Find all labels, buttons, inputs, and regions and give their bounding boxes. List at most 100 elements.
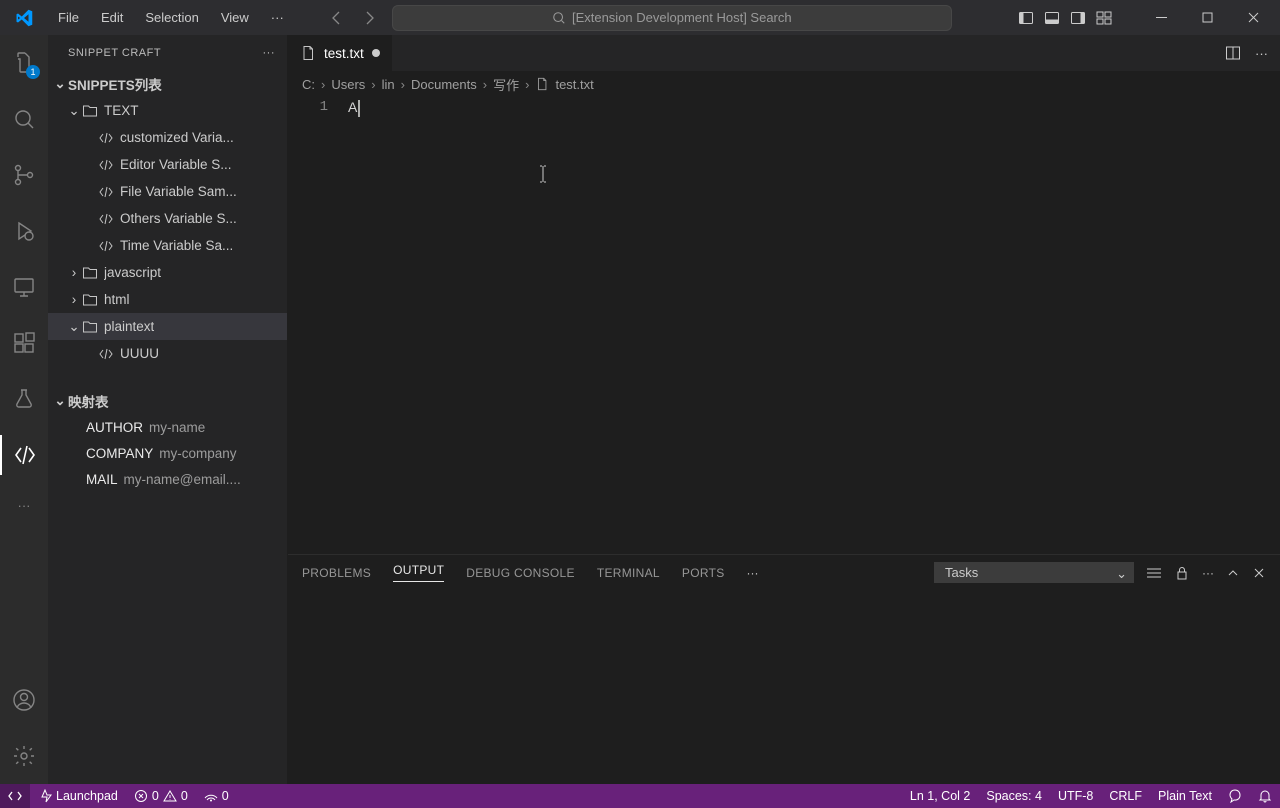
code-content[interactable]: A bbox=[348, 97, 1280, 554]
activity-bar: 1 ··· bbox=[0, 35, 48, 784]
status-language[interactable]: Plain Text bbox=[1150, 789, 1220, 803]
window-minimize-icon[interactable] bbox=[1138, 0, 1184, 35]
menu-bar: File Edit Selection View ··· bbox=[48, 4, 294, 31]
accounts-icon[interactable] bbox=[0, 680, 48, 720]
status-launchpad[interactable]: Launchpad bbox=[30, 789, 126, 803]
status-eol[interactable]: CRLF bbox=[1101, 789, 1150, 803]
editor-body[interactable]: 1 A bbox=[288, 97, 1280, 554]
chevron-down-icon: ⌄ bbox=[66, 319, 82, 335]
section-mappings[interactable]: ⌄ 映射表 bbox=[48, 387, 287, 414]
chevron-down-icon: ⌄ bbox=[66, 103, 82, 119]
status-feedback-icon[interactable] bbox=[1220, 789, 1250, 803]
menu-selection[interactable]: Selection bbox=[135, 4, 208, 31]
tree-folder-text[interactable]: ⌄ TEXT bbox=[48, 97, 287, 124]
code-icon bbox=[98, 211, 114, 227]
tree-snippet[interactable]: Time Variable Sa... bbox=[48, 232, 287, 259]
chevron-down-icon: ⌄ bbox=[1116, 566, 1127, 582]
tree-snippet[interactable]: UUUU bbox=[48, 340, 287, 367]
snippet-craft-icon[interactable] bbox=[0, 435, 48, 475]
status-cursor-position[interactable]: Ln 1, Col 2 bbox=[902, 789, 978, 803]
menu-file[interactable]: File bbox=[48, 4, 89, 31]
line-number: 1 bbox=[288, 97, 348, 554]
source-control-icon[interactable] bbox=[0, 155, 48, 195]
folder-icon bbox=[82, 319, 98, 335]
titlebar: File Edit Selection View ··· [Extension … bbox=[0, 0, 1280, 35]
sidebar-title: SNIPPET CRAFT bbox=[68, 47, 161, 59]
filter-icon[interactable] bbox=[1146, 565, 1162, 581]
layout-panel-icon[interactable] bbox=[1044, 10, 1060, 26]
tree-snippet[interactable]: Editor Variable S... bbox=[48, 151, 287, 178]
run-debug-icon[interactable] bbox=[0, 211, 48, 251]
status-bar: Launchpad 0 0 0 Ln 1, Col 2 Spaces: 4 UT… bbox=[0, 784, 1280, 808]
explorer-icon[interactable]: 1 bbox=[0, 43, 48, 83]
tree-snippet[interactable]: Others Variable S... bbox=[48, 205, 287, 232]
editor-tabs: test.txt ··· bbox=[288, 35, 1280, 71]
tree-snippet[interactable]: File Variable Sam... bbox=[48, 178, 287, 205]
tree-folder-plaintext[interactable]: ⌄ plaintext bbox=[48, 313, 287, 340]
menu-overflow-icon[interactable]: ··· bbox=[261, 4, 294, 31]
sidebar-header: SNIPPET CRAFT ··· bbox=[48, 35, 287, 70]
more-icon[interactable]: ··· bbox=[1202, 566, 1214, 580]
lock-icon[interactable] bbox=[1174, 565, 1190, 581]
settings-gear-icon[interactable] bbox=[0, 736, 48, 776]
mapping-row[interactable]: MAILmy-name@email.... bbox=[48, 466, 287, 492]
window-close-icon[interactable] bbox=[1230, 0, 1276, 35]
nav-controls bbox=[324, 5, 382, 31]
file-icon bbox=[535, 77, 549, 91]
output-channel-dropdown[interactable]: Tasks ⌄ bbox=[934, 562, 1134, 583]
tree-folder-html[interactable]: › html bbox=[48, 286, 287, 313]
status-notifications-icon[interactable] bbox=[1250, 789, 1280, 803]
panel-tab-output[interactable]: OUTPUT bbox=[393, 563, 444, 582]
layout-sidebar-right-icon[interactable] bbox=[1070, 10, 1086, 26]
mapping-row[interactable]: AUTHORmy-name bbox=[48, 414, 287, 440]
code-icon bbox=[98, 130, 114, 146]
editor-tab[interactable]: test.txt bbox=[288, 35, 393, 71]
status-problems[interactable]: 0 0 bbox=[126, 789, 196, 803]
more-actions-icon[interactable]: ··· bbox=[1255, 46, 1268, 61]
panel-tab-ports[interactable]: PORTS bbox=[682, 566, 725, 580]
panel-tab-debug-console[interactable]: DEBUG CONSOLE bbox=[466, 566, 575, 580]
section-snippets[interactable]: ⌄ SNIPPETS列表 bbox=[48, 70, 287, 97]
panel-tab-terminal[interactable]: TERMINAL bbox=[597, 566, 660, 580]
status-indentation[interactable]: Spaces: 4 bbox=[978, 789, 1050, 803]
status-encoding[interactable]: UTF-8 bbox=[1050, 789, 1101, 803]
nav-back-icon[interactable] bbox=[324, 5, 350, 31]
code-icon bbox=[98, 238, 114, 254]
code-icon bbox=[98, 346, 114, 362]
menu-view[interactable]: View bbox=[211, 4, 259, 31]
chevron-up-icon[interactable] bbox=[1226, 566, 1240, 580]
nav-forward-icon[interactable] bbox=[356, 5, 382, 31]
panel-tab-problems[interactable]: PROBLEMS bbox=[302, 566, 371, 580]
editor-area: test.txt ··· C:› Users› lin› Documents› … bbox=[288, 35, 1280, 784]
mapping-row[interactable]: COMPANYmy-company bbox=[48, 440, 287, 466]
status-ports[interactable]: 0 bbox=[196, 789, 237, 803]
tab-filename: test.txt bbox=[324, 46, 364, 61]
extensions-icon[interactable] bbox=[0, 323, 48, 363]
vscode-logo-icon bbox=[0, 9, 48, 27]
dirty-indicator-icon[interactable] bbox=[372, 49, 380, 57]
explorer-badge: 1 bbox=[26, 65, 40, 79]
layout-sidebar-left-icon[interactable] bbox=[1018, 10, 1034, 26]
sidebar-more-icon[interactable]: ··· bbox=[263, 47, 276, 59]
tree-snippet[interactable]: customized Varia... bbox=[48, 124, 287, 151]
window-maximize-icon[interactable] bbox=[1184, 0, 1230, 35]
ibeam-cursor-icon bbox=[538, 165, 548, 183]
more-icon[interactable]: ··· bbox=[0, 491, 48, 519]
panel-more-icon[interactable]: ··· bbox=[747, 566, 759, 580]
tree-folder-javascript[interactable]: › javascript bbox=[48, 259, 287, 286]
command-center[interactable]: [Extension Development Host] Search bbox=[392, 5, 952, 31]
chevron-down-icon: ⌄ bbox=[52, 76, 68, 92]
remote-explorer-icon[interactable] bbox=[0, 267, 48, 307]
close-panel-icon[interactable] bbox=[1252, 566, 1266, 580]
testing-icon[interactable] bbox=[0, 379, 48, 419]
search-icon[interactable] bbox=[0, 99, 48, 139]
code-icon bbox=[98, 184, 114, 200]
code-icon bbox=[98, 157, 114, 173]
chevron-down-icon: ⌄ bbox=[52, 393, 68, 409]
layout-customize-icon[interactable] bbox=[1096, 10, 1112, 26]
split-editor-icon[interactable] bbox=[1225, 45, 1241, 61]
breadcrumb[interactable]: C:› Users› lin› Documents› 写作› test.txt bbox=[288, 71, 1280, 97]
command-center-text: [Extension Development Host] Search bbox=[572, 10, 792, 25]
menu-edit[interactable]: Edit bbox=[91, 4, 133, 31]
remote-indicator-icon[interactable] bbox=[0, 784, 30, 808]
